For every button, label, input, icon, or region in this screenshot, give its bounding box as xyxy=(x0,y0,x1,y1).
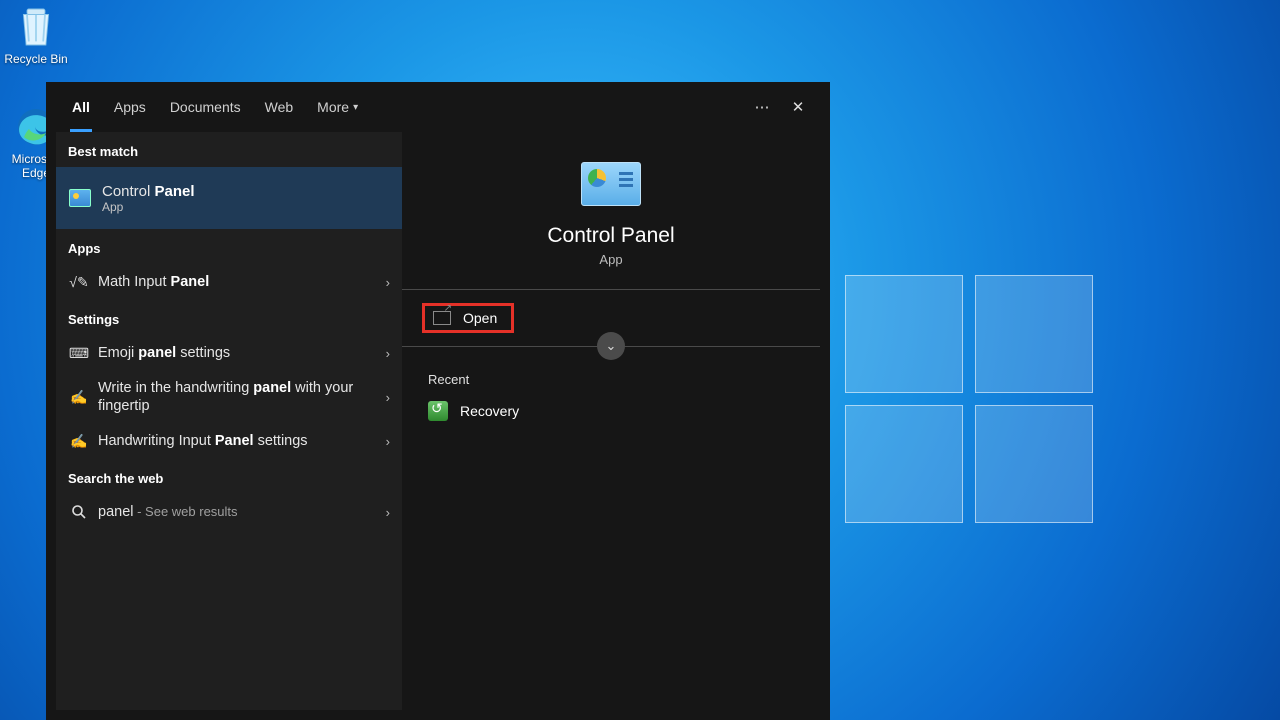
section-settings: Settings xyxy=(56,300,402,335)
chevron-down-icon: ⌄ xyxy=(606,338,617,354)
tab-more[interactable]: More▾ xyxy=(305,82,370,132)
result-handwriting-panel-fingertip[interactable]: ✍ Write in the handwriting panel with yo… xyxy=(56,371,402,423)
result-title-match: Panel xyxy=(155,183,195,200)
open-icon xyxy=(433,311,451,325)
result-subtitle: App xyxy=(102,200,195,214)
result-math-input-panel[interactable]: √✎ Math Input Panel › xyxy=(56,264,402,300)
math-input-icon: √✎ xyxy=(68,271,90,293)
section-search-web: Search the web xyxy=(56,459,402,494)
result-emoji-panel-settings[interactable]: ⌨ Emoji panel settings › xyxy=(56,335,402,371)
section-best-match: Best match xyxy=(56,132,402,167)
control-panel-icon xyxy=(68,186,92,210)
detail-subtitle: App xyxy=(402,252,820,267)
handwriting-icon: ✍ xyxy=(68,430,90,452)
chevron-right-icon: › xyxy=(386,505,390,520)
chevron-right-icon: › xyxy=(386,346,390,361)
control-panel-icon-large xyxy=(581,162,641,206)
tab-documents[interactable]: Documents xyxy=(158,82,253,132)
tab-apps[interactable]: Apps xyxy=(102,82,158,132)
result-title-pre: Control xyxy=(102,183,155,200)
result-handwriting-input-panel-settings[interactable]: ✍ Handwriting Input Panel settings › xyxy=(56,423,402,459)
chevron-right-icon: › xyxy=(386,275,390,290)
section-apps: Apps xyxy=(56,229,402,264)
search-panel: All Apps Documents Web More▾ ⋯ ✕ Best ma… xyxy=(46,82,830,720)
open-label: Open xyxy=(463,310,497,326)
results-column: Best match Control Panel App Apps √✎ Mat… xyxy=(56,132,402,710)
recovery-icon xyxy=(428,401,448,421)
detail-pane: Control Panel App Open ⌄ Recent xyxy=(402,132,820,710)
close-button[interactable]: ✕ xyxy=(780,89,816,125)
result-best-control-panel[interactable]: Control Panel App xyxy=(56,167,402,229)
tab-all[interactable]: All xyxy=(60,82,102,132)
recent-item-label: Recovery xyxy=(460,403,519,419)
open-button[interactable]: Open xyxy=(422,303,514,333)
search-content: Best match Control Panel App Apps √✎ Mat… xyxy=(56,132,820,710)
desktop-icon-recycle-bin[interactable]: Recycle Bin xyxy=(0,6,74,66)
expand-button[interactable]: ⌄ xyxy=(597,332,625,360)
chevron-down-icon: ▾ xyxy=(353,102,358,113)
options-button[interactable]: ⋯ xyxy=(744,89,780,125)
result-web-search-panel[interactable]: panel - See web results › xyxy=(56,494,402,530)
close-icon: ✕ xyxy=(792,98,805,116)
search-icon xyxy=(68,501,90,523)
recent-item-recovery[interactable]: Recovery xyxy=(402,395,820,427)
desktop-icon-label: Recycle Bin xyxy=(0,52,74,66)
tab-web[interactable]: Web xyxy=(253,82,306,132)
detail-title: Control Panel xyxy=(402,224,820,248)
windows-logo xyxy=(845,275,1099,529)
recycle-bin-icon xyxy=(15,6,57,48)
handwriting-icon: ✍ xyxy=(68,386,90,408)
chevron-right-icon: › xyxy=(386,390,390,405)
chevron-right-icon: › xyxy=(386,434,390,449)
keyboard-icon: ⌨ xyxy=(68,342,90,364)
desktop: Recycle Bin Microsoft Edge All Apps Docu… xyxy=(0,0,1280,720)
ellipsis-icon: ⋯ xyxy=(755,98,770,116)
search-tabs: All Apps Documents Web More▾ ⋯ ✕ xyxy=(46,82,830,132)
